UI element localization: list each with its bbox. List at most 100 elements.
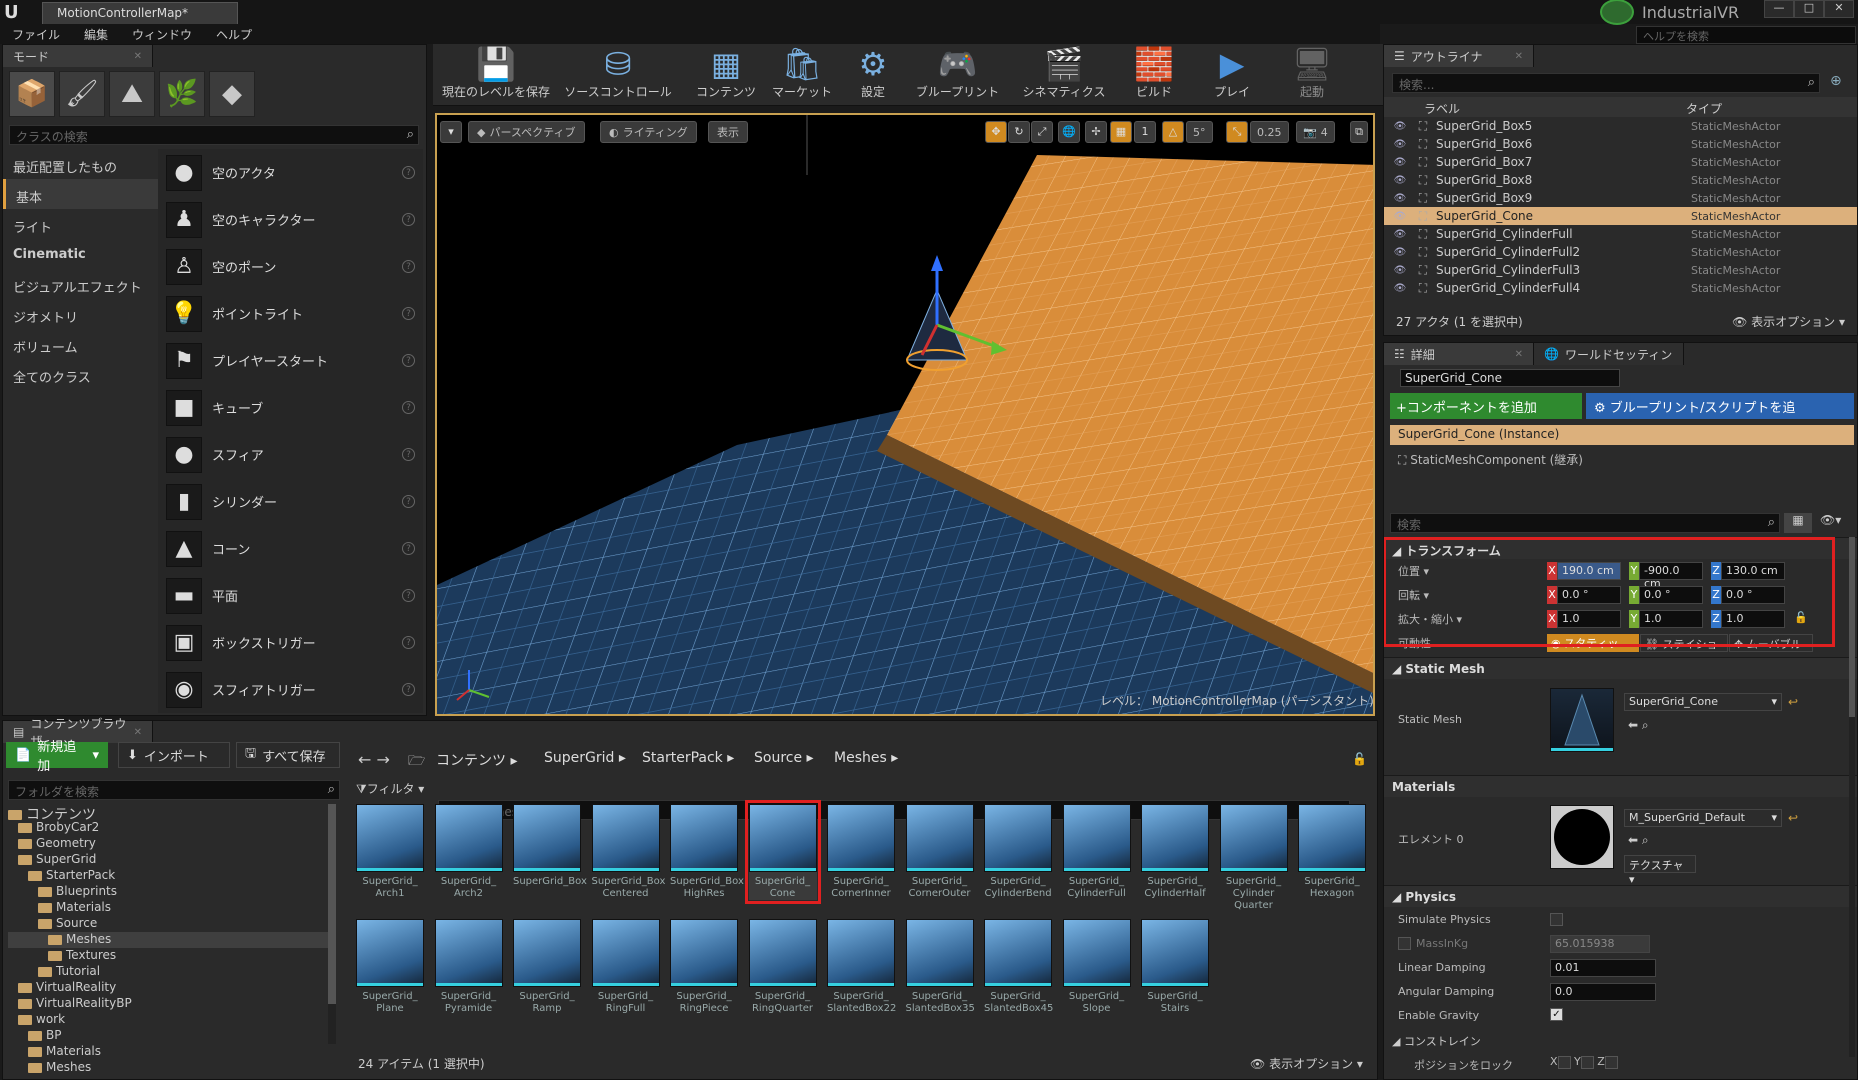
material-thumbnail[interactable] bbox=[1550, 805, 1614, 869]
folder-tree-item[interactable]: BP bbox=[8, 1028, 328, 1044]
eye-icon[interactable]: 👁 bbox=[1390, 211, 1410, 222]
import-button[interactable]: ⬇ インポート bbox=[118, 742, 230, 768]
tab-outliner[interactable]: ☰ アウトライナ ✕ bbox=[1384, 45, 1534, 67]
filter-dropdown[interactable]: ⧩フィルタ ▾ bbox=[356, 780, 424, 797]
save-all-button[interactable]: 🖫 すべて保存 bbox=[236, 742, 340, 768]
menu-help[interactable]: ヘルプ bbox=[204, 26, 264, 43]
asset-tile[interactable]: SuperGrid_ SlantedBox35 bbox=[905, 919, 975, 1015]
asset-tile[interactable]: SuperGrid_ SlantedBox22 bbox=[827, 919, 896, 1015]
asset-tile[interactable]: SuperGrid_ CornerOuter bbox=[905, 804, 974, 900]
folder-tree-item[interactable]: Meshes bbox=[8, 1060, 328, 1074]
lock-x-checkbox[interactable] bbox=[1557, 1055, 1571, 1069]
asset-tile[interactable]: SuperGrid_ Pyramide bbox=[434, 919, 503, 1015]
property-matrix-icon[interactable]: ▦ bbox=[1784, 513, 1812, 533]
source-control-icon[interactable] bbox=[1600, 0, 1634, 25]
maximize-viewport-icon[interactable]: ⧉ bbox=[1350, 121, 1368, 143]
mass-override-checkbox[interactable] bbox=[1398, 937, 1411, 950]
tab-modes[interactable]: モード ✕ bbox=[3, 45, 153, 67]
actor-item[interactable]: ● スフィア? bbox=[158, 431, 423, 478]
world-space-icon[interactable]: 🌐 bbox=[1058, 121, 1080, 143]
enable-gravity-checkbox[interactable]: ✓ bbox=[1550, 1008, 1563, 1021]
static-mesh-thumbnail[interactable] bbox=[1550, 688, 1614, 752]
play-button[interactable]: ▶ プレイ bbox=[1204, 44, 1260, 104]
camera-speed[interactable]: 📷 4 bbox=[1296, 121, 1335, 143]
eye-icon[interactable]: 👁 bbox=[1390, 175, 1410, 186]
eye-icon[interactable]: 👁 bbox=[1390, 193, 1410, 204]
use-selected-icon[interactable]: ⬅ ⌕ bbox=[1628, 718, 1649, 733]
folder-tree-item[interactable]: StarterPack bbox=[8, 868, 328, 884]
minimize-button[interactable]: — bbox=[1764, 0, 1794, 18]
lock-z-checkbox[interactable] bbox=[1604, 1055, 1618, 1069]
landscape-mode-icon[interactable]: ⛰ bbox=[109, 71, 155, 117]
outliner-view-options[interactable]: 👁 表示オプション ▾ bbox=[1732, 313, 1845, 330]
mass-input[interactable]: 65.015938 bbox=[1550, 935, 1650, 953]
settings-button[interactable]: ⚙ 設定 bbox=[848, 44, 898, 104]
menu-file[interactable]: ファイル bbox=[0, 26, 72, 43]
lock-y-checkbox[interactable] bbox=[1580, 1055, 1594, 1069]
scale-snap-value[interactable]: 0.25 bbox=[1250, 121, 1289, 143]
cinematics-button[interactable]: 🎬 シネマティクス bbox=[1018, 44, 1110, 104]
blueprints-button[interactable]: 🎮 ブループリント bbox=[910, 44, 1005, 104]
folder-tree-item[interactable]: VirtualRealityBP bbox=[8, 996, 328, 1012]
marketplace-button[interactable]: 🛍 マーケット bbox=[766, 44, 838, 104]
eye-icon[interactable]: 👁 bbox=[1390, 283, 1410, 294]
add-filter-icon[interactable]: ⊕ bbox=[1830, 73, 1842, 89]
scale-snap-icon[interactable]: ⤡ bbox=[1226, 121, 1248, 143]
material-dropdown[interactable]: M_SuperGrid_Default ▾ bbox=[1624, 809, 1782, 827]
asset-tile[interactable]: SuperGrid_ Cylinder Quarter bbox=[1219, 804, 1288, 912]
folder-tree-item[interactable]: Materials bbox=[8, 1044, 328, 1060]
back-arrow-icon[interactable]: ← bbox=[358, 750, 371, 769]
folder-tree-item[interactable]: Materials bbox=[8, 900, 328, 916]
folder-tree-item[interactable]: Blueprints bbox=[8, 884, 328, 900]
breadcrumb-source[interactable]: Source ▸ bbox=[754, 750, 814, 766]
angular-damping-input[interactable]: 0.0 bbox=[1550, 983, 1656, 1001]
tab-details[interactable]: ☷ 詳細 ✕ bbox=[1384, 343, 1534, 365]
component-instance-row[interactable]: SuperGrid_Cone (Instance) bbox=[1390, 425, 1854, 445]
folder-search-input[interactable]: フォルダを検索 ⌕ bbox=[8, 780, 340, 800]
static-mesh-dropdown[interactable]: SuperGrid_Cone ▾ bbox=[1624, 693, 1782, 711]
category-geometry[interactable]: ジオメトリ bbox=[3, 299, 158, 329]
simulate-physics-checkbox[interactable] bbox=[1550, 913, 1563, 926]
asset-view-options[interactable]: 👁 表示オプション ▾ bbox=[1250, 1055, 1363, 1072]
actor-name-field[interactable]: SuperGrid_Cone bbox=[1400, 369, 1620, 387]
browse-icon[interactable]: ↩ bbox=[1788, 811, 1798, 825]
asset-tile[interactable]: SuperGrid_ Hexagon bbox=[1298, 804, 1366, 900]
outliner-row[interactable]: 👁 ⛶ SuperGrid_CylinderFull3 StaticMeshActor bbox=[1384, 261, 1857, 279]
folder-tree-item[interactable]: SuperGrid bbox=[8, 852, 328, 868]
add-new-button[interactable]: 📄 新規追加 ▾ bbox=[6, 740, 108, 774]
folder-tree-item[interactable]: コンテンツ bbox=[8, 804, 328, 823]
actor-item[interactable]: ♙ 空のポーン? bbox=[158, 243, 423, 290]
grid-size-value[interactable]: 1 bbox=[1134, 121, 1156, 143]
visibility-filter-icon[interactable]: 👁▾ bbox=[1820, 513, 1841, 527]
surface-snap-icon[interactable]: ✢ bbox=[1085, 121, 1107, 143]
asset-tile[interactable]: SuperGrid_ RingPiece bbox=[670, 919, 738, 1015]
level-viewport[interactable] bbox=[435, 113, 1375, 716]
add-component-button[interactable]: +コンポーネントを追加 bbox=[1390, 393, 1582, 419]
place-mode-icon[interactable]: 📦 bbox=[9, 71, 55, 117]
asset-tile[interactable]: SuperGrid_ Arch1 bbox=[356, 804, 424, 900]
outliner-row[interactable]: 👁 ⛶ SuperGrid_CylinderFull StaticMeshActor bbox=[1384, 225, 1857, 243]
eye-icon[interactable]: 👁 bbox=[1390, 265, 1410, 276]
folder-tree-item[interactable]: Meshes bbox=[8, 932, 328, 948]
menu-window[interactable]: ウィンドウ bbox=[120, 26, 204, 43]
category-all-classes[interactable]: 全てのクラス bbox=[3, 359, 158, 389]
actor-item[interactable]: ♟ 空のキャラクター? bbox=[158, 196, 423, 243]
grid-snap-icon[interactable]: ▦ bbox=[1110, 121, 1132, 143]
component-tree-item[interactable]: ⛶ StaticMeshComponent (継承) bbox=[1398, 451, 1583, 468]
folder-tree-item[interactable]: Geometry bbox=[8, 836, 328, 852]
asset-tile[interactable]: SuperGrid_ CylinderHalf bbox=[1141, 804, 1209, 900]
folder-icon[interactable]: 🗁 bbox=[408, 750, 425, 774]
folder-tree-item[interactable]: Textures bbox=[8, 948, 328, 964]
asset-tile[interactable]: SuperGrid_ CylinderBend bbox=[984, 804, 1052, 900]
scale-mode-icon[interactable]: ⤢ bbox=[1031, 121, 1053, 143]
source-control-button[interactable]: ⛁ ソースコントロール bbox=[558, 44, 678, 104]
class-search-input[interactable]: クラスの検索 ⌕ bbox=[9, 125, 419, 145]
actor-item[interactable]: ▬ 平面? bbox=[158, 572, 423, 619]
details-search-input[interactable]: 検索 ⌕ bbox=[1390, 513, 1780, 533]
forward-arrow-icon[interactable]: → bbox=[377, 750, 390, 769]
asset-tile[interactable]: SuperGrid_ RingFull bbox=[591, 919, 660, 1015]
translate-mode-icon[interactable]: ✥ bbox=[985, 121, 1007, 143]
folder-tree-item[interactable]: Tutorial bbox=[8, 964, 328, 980]
materials-header[interactable]: Materials bbox=[1384, 775, 1857, 797]
eye-icon[interactable]: 👁 bbox=[1390, 121, 1410, 132]
